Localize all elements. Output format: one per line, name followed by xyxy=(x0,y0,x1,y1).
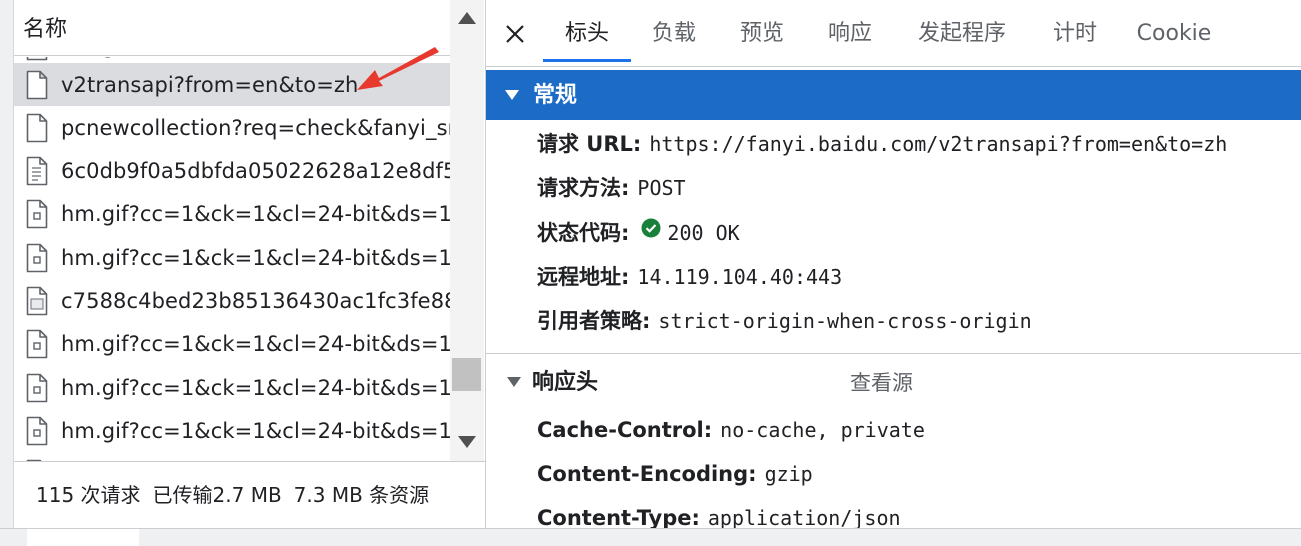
general-key: 请求 URL: xyxy=(537,132,642,156)
image-preview-icon xyxy=(26,286,48,316)
tab-cookies[interactable]: Cookie xyxy=(1126,0,1222,66)
general-row-status-code: 状态代码: 200 OK xyxy=(537,211,740,255)
general-value[interactable]: strict-origin-when-cross-origin xyxy=(658,309,1031,333)
tab-initiator[interactable]: 发起程序 xyxy=(904,0,1020,66)
general-key: 请求方法: xyxy=(537,176,630,200)
request-row[interactable]: hm.gif?cc=1&ck=1&cl=24-bit&ds=1 xyxy=(14,366,450,409)
image-file-icon xyxy=(26,416,48,446)
response-header-row: Content-Type: application/json xyxy=(537,496,901,528)
general-section-header[interactable]: 常规 xyxy=(486,70,1301,120)
general-row-request-method: 请求方法: POST xyxy=(537,166,686,210)
request-details-panel: 标头 负载 预览 响应 发起程序 计时 Cookie 常规 请求 URL: htt… xyxy=(486,0,1301,528)
response-header-row: Content-Encoding: gzip xyxy=(537,452,813,496)
general-row-request-url: 请求 URL: https://fanyi.baidu.com/v2transap… xyxy=(537,122,1227,166)
request-row[interactable]: hm.gif?cc=1&ck=1&cl=24-bit&ds=1 xyxy=(14,236,450,279)
scroll-down-arrow-icon[interactable] xyxy=(450,426,484,460)
general-key: 远程地址: xyxy=(537,265,630,289)
tab-payload[interactable]: 负载 xyxy=(636,0,712,66)
details-tab-bar: 标头 负载 预览 响应 发起程序 计时 Cookie xyxy=(486,0,1301,67)
script-file-icon xyxy=(26,156,48,186)
expanded-triangle-icon[interactable] xyxy=(506,375,522,389)
general-value[interactable]: POST xyxy=(637,176,685,200)
request-list-panel: 名称 hm.gif?cc=1&ck=1&cl=24-bit&ds=1v2tran… xyxy=(0,0,486,528)
section-divider xyxy=(486,353,1301,354)
request-name: hm.gif?cc=1&ck=1&cl=24-bit&ds=1 xyxy=(61,418,450,443)
drawer-tab[interactable] xyxy=(27,529,139,546)
response-header-key: Cache-Control: xyxy=(537,418,713,442)
request-list: hm.gif?cc=1&ck=1&cl=24-bit&ds=1 v2transap… xyxy=(14,57,450,461)
request-row[interactable]: hm.gif?cc=1&ck=1&cl=24-bit&ds=1 xyxy=(14,409,450,452)
tab-timing[interactable]: 计时 xyxy=(1037,0,1113,66)
request-row[interactable]: hm.gif?cc=1&ck=1&cl=24-bit&ds=1 xyxy=(14,453,450,461)
network-summary-bar: 115 次请求 已传输2.7 MB 7.3 MB 条资源 xyxy=(14,461,485,528)
general-row-referrer-policy: 引用者策略: strict-origin-when-cross-origin xyxy=(537,299,1032,343)
general-section-title: 常规 xyxy=(533,83,578,108)
response-header-key: Content-Type: xyxy=(537,506,700,528)
tab-response[interactable]: 响应 xyxy=(812,0,888,66)
left-gutter xyxy=(0,0,14,528)
red-arrow-annotation xyxy=(357,47,439,90)
scrollbar-thumb[interactable] xyxy=(452,358,481,391)
general-value[interactable]: 200 OK xyxy=(667,221,739,245)
check-circle-icon xyxy=(641,218,661,238)
response-headers-section-header[interactable]: 响应头 xyxy=(532,361,598,405)
request-name: 6c0db9f0a5dbfda05022628a12e8df5 xyxy=(61,159,450,184)
image-file-icon xyxy=(26,373,48,402)
request-list-scrollbar[interactable] xyxy=(450,0,484,461)
response-header-key: Content-Encoding: xyxy=(537,462,757,486)
general-key: 状态代码: xyxy=(537,221,630,245)
document-icon xyxy=(26,113,48,143)
request-name: hm.gif?cc=1&ck=1&cl=24-bit&ds=1 xyxy=(61,202,450,227)
request-name: c7588c4bed23b85136430ac1fc3fe88c xyxy=(61,289,450,313)
request-row[interactable]: pcnewcollection?req=check&fanyi_src= xyxy=(14,106,450,149)
document-icon xyxy=(26,70,48,99)
document-icon xyxy=(26,57,48,60)
view-source-link[interactable]: 查看源 xyxy=(850,361,913,405)
request-name: hm.gif?cc=1&ck=1&cl=24-bit&ds=1 xyxy=(61,332,450,357)
request-name: hm.gif?cc=1&ck=1&cl=24-bit&ds=1 xyxy=(61,375,450,400)
general-value[interactable]: 14.119.104.40:443 xyxy=(637,265,842,289)
resources-size: 7.3 MB 条资源 xyxy=(293,483,430,507)
request-name: hm.gif?cc=1&ck=1&cl=24-bit&ds=1 xyxy=(61,245,450,270)
response-header-value[interactable]: gzip xyxy=(765,462,813,486)
request-row[interactable]: hm.gif?cc=1&ck=1&cl=24-bit&ds=1 xyxy=(14,193,450,236)
response-header-value[interactable]: no-cache, private xyxy=(720,418,925,442)
response-header-value[interactable]: application/json xyxy=(708,506,901,528)
transferred-size: 已传输2.7 MB xyxy=(152,483,282,507)
expanded-triangle-icon xyxy=(505,90,519,100)
request-name: v2transapi?from=en&to=zh xyxy=(61,72,359,97)
image-file-icon xyxy=(26,200,48,229)
response-header-row: Cache-Control: no-cache, private xyxy=(537,408,925,452)
request-row[interactable]: 6c0db9f0a5dbfda05022628a12e8df5 xyxy=(14,150,450,193)
image-file-icon xyxy=(26,329,48,359)
general-row-remote-address: 远程地址: 14.119.104.40:443 xyxy=(537,255,842,299)
general-key: 引用者策略: xyxy=(537,309,651,333)
tab-headers[interactable]: 标头 xyxy=(543,0,631,66)
active-tab-indicator xyxy=(543,59,631,62)
drawer-tab-strip xyxy=(0,528,1301,546)
request-count: 115 次请求 xyxy=(36,483,141,507)
request-row[interactable]: c7588c4bed23b85136430ac1fc3fe88c xyxy=(14,280,450,323)
general-value[interactable]: https://fanyi.baidu.com/v2transapi?from=… xyxy=(649,132,1227,156)
scroll-up-arrow-icon[interactable] xyxy=(450,0,484,34)
tab-preview[interactable]: 预览 xyxy=(724,0,800,66)
request-row[interactable]: hm.gif?cc=1&ck=1&cl=24-bit&ds=1 xyxy=(14,323,450,366)
image-file-icon xyxy=(26,243,48,272)
close-icon[interactable] xyxy=(504,23,526,45)
request-name: pcnewcollection?req=check&fanyi_src= xyxy=(61,115,450,140)
